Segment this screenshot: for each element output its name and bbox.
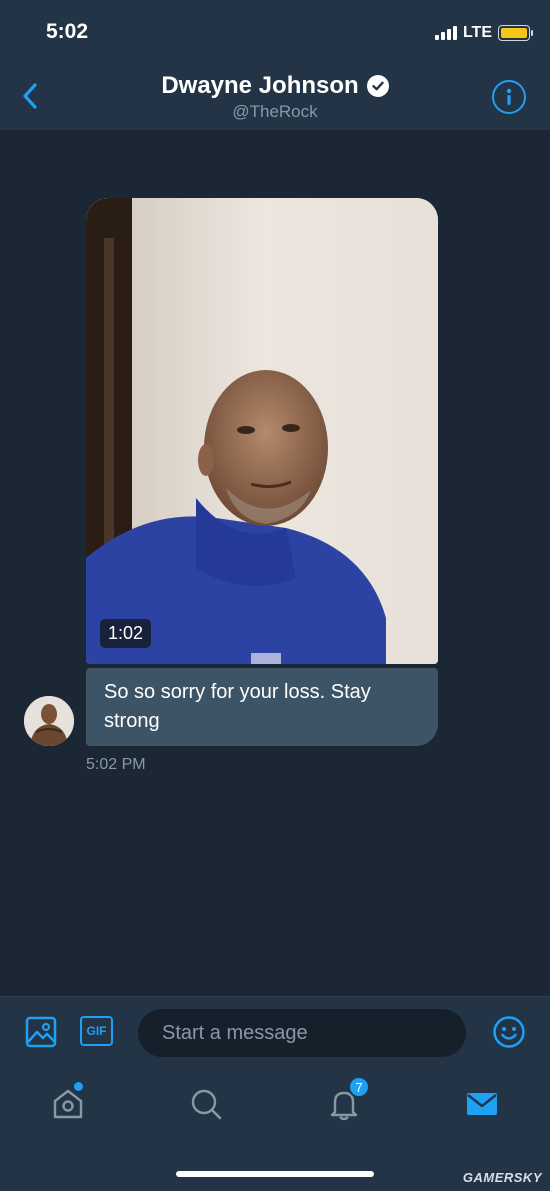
network-label: LTE (462, 24, 492, 41)
info-icon (506, 88, 512, 105)
tab-search[interactable] (188, 1086, 228, 1126)
message-composer: GIF (0, 996, 550, 1070)
add-photo-button[interactable] (24, 1015, 58, 1049)
home-indicator[interactable] (176, 1171, 374, 1177)
conversation-header[interactable]: Dwayne Johnson @TheRock (0, 72, 550, 122)
message-timestamp: 5:02 PM (86, 756, 146, 773)
avatar-image (24, 696, 74, 746)
contact-handle: @TheRock (232, 102, 318, 121)
search-icon (191, 1089, 222, 1120)
emoji-icon (493, 1016, 525, 1048)
tab-notifications[interactable]: 7 (326, 1076, 370, 1126)
envelope-icon (467, 1093, 497, 1115)
notification-badge: 7 (348, 1076, 370, 1098)
video-message[interactable]: 1:02 (86, 198, 438, 664)
gif-button[interactable]: GIF (80, 1016, 113, 1046)
tab-messages[interactable] (464, 1086, 504, 1126)
message-bubble[interactable]: So so sorry for your loss. Stay strong (86, 668, 438, 746)
tab-home[interactable] (50, 1082, 90, 1126)
info-button[interactable] (492, 80, 526, 114)
status-time: 5:02 (46, 20, 89, 43)
signal-icon (434, 26, 457, 40)
message-text: So so sorry for your loss. Stay strong (104, 681, 371, 732)
home-icon (53, 1089, 83, 1119)
verified-badge-icon (366, 75, 389, 97)
video-duration: 1:02 (100, 619, 152, 648)
video-thumbnail (86, 198, 438, 664)
new-tweets-dot (74, 1082, 83, 1091)
status-indicators: LTE (434, 24, 533, 42)
avatar[interactable] (24, 696, 74, 746)
message-input[interactable] (138, 1009, 466, 1057)
emoji-button[interactable] (492, 1015, 526, 1049)
image-icon (25, 1016, 57, 1048)
battery-icon (498, 25, 533, 41)
contact-name: Dwayne Johnson (161, 72, 359, 99)
gif-label: GIF (86, 1024, 107, 1038)
watermark-logo: GAMERSKY (462, 1170, 542, 1185)
top-bar: 5:02 LTE Dwayne Johnson @TheRock (0, 0, 550, 130)
